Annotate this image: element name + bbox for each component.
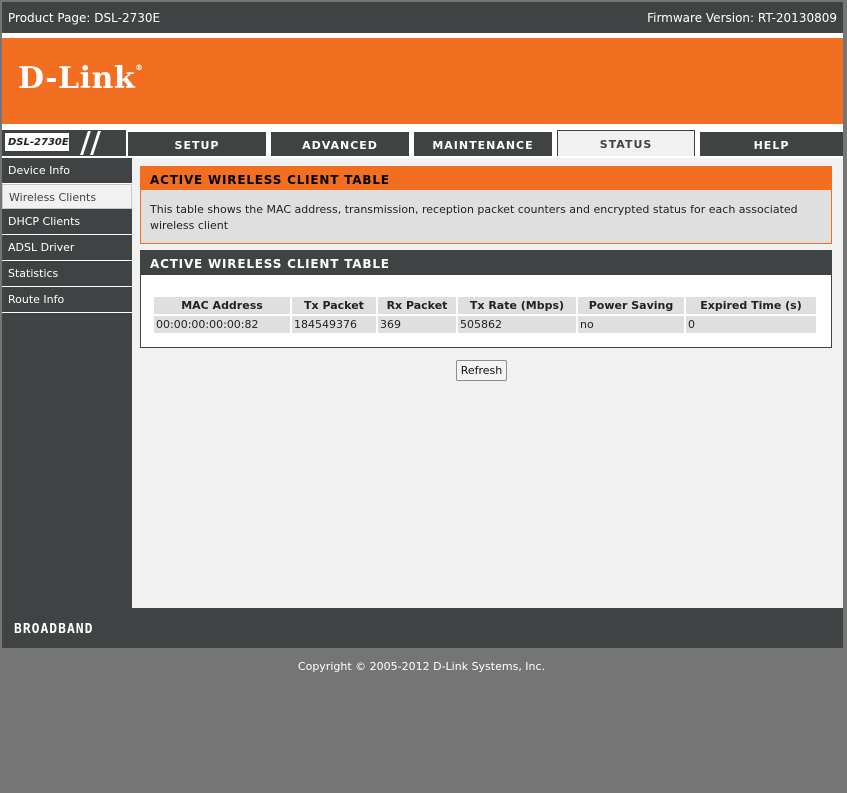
refresh-button[interactable]: Refresh <box>456 360 507 381</box>
firmware-version-label: Firmware Version: RT-20130809 <box>647 11 837 25</box>
table-row: 00:00:00:00:00:82 184549376 369 505862 n… <box>154 316 816 333</box>
table-cell: no <box>578 316 684 333</box>
column-header: Power Saving <box>578 297 684 314</box>
sidebar: Device Info Wireless Clients DHCP Client… <box>2 158 132 608</box>
main-content: ACTIVE WIRELESS CLIENT TABLE This table … <box>132 158 843 608</box>
tab-help[interactable]: HELP <box>700 132 843 156</box>
column-header: Rx Packet <box>378 297 456 314</box>
sidebar-item-device-info[interactable]: Device Info <box>2 158 132 184</box>
info-panel-description: This table shows the MAC address, transm… <box>150 203 798 232</box>
column-header: Tx Packet <box>292 297 376 314</box>
tab-status[interactable]: STATUS <box>557 130 695 156</box>
top-bar: Product Page: DSL-2730E Firmware Version… <box>2 2 843 33</box>
page-frame: Product Page: DSL-2730E Firmware Version… <box>2 2 843 648</box>
footer-bar: BROADBAND <box>2 608 843 648</box>
client-table-panel: ACTIVE WIRELESS CLIENT TABLE MAC Address… <box>140 250 832 348</box>
slash-decoration <box>90 131 101 155</box>
column-header: MAC Address <box>154 297 290 314</box>
dlink-logo: D-Link® <box>18 61 144 96</box>
sidebar-item-route-info[interactable]: Route Info <box>2 287 132 313</box>
copyright-text: Copyright © 2005-2012 D-Link Systems, In… <box>297 660 546 673</box>
broadband-label: BROADBAND <box>14 622 94 637</box>
tab-maintenance[interactable]: MAINTENANCE <box>414 132 552 156</box>
sidebar-item-adsl-driver[interactable]: ADSL Driver <box>2 235 132 261</box>
table-cell: 505862 <box>458 316 576 333</box>
client-table-title: ACTIVE WIRELESS CLIENT TABLE <box>141 251 831 275</box>
brand-banner: D-Link® <box>2 38 843 124</box>
table-header-row: MAC Address Tx Packet Rx Packet Tx Rate … <box>154 297 816 314</box>
product-page-label: Product Page: DSL-2730E <box>8 11 161 25</box>
model-badge: DSL-2730E <box>2 130 126 156</box>
info-panel: ACTIVE WIRELESS CLIENT TABLE This table … <box>140 166 832 244</box>
table-cell: 0 <box>686 316 816 333</box>
column-header: Expired Time (s) <box>686 297 816 314</box>
table-cell: 00:00:00:00:00:82 <box>154 316 290 333</box>
table-cell: 184549376 <box>292 316 376 333</box>
model-name: DSL-2730E <box>4 132 70 152</box>
info-panel-title: ACTIVE WIRELESS CLIENT TABLE <box>141 167 831 190</box>
sidebar-item-wireless-clients[interactable]: Wireless Clients <box>2 184 132 209</box>
sidebar-item-dhcp-clients[interactable]: DHCP Clients <box>2 209 132 235</box>
tab-setup[interactable]: SETUP <box>128 132 266 156</box>
nav-tabs: DSL-2730E SETUP ADVANCED MAINTENANCE STA… <box>2 130 843 156</box>
slash-decoration <box>80 131 91 155</box>
tab-advanced[interactable]: ADVANCED <box>271 132 409 156</box>
column-header: Tx Rate (Mbps) <box>458 297 576 314</box>
client-table: MAC Address Tx Packet Rx Packet Tx Rate … <box>152 295 818 335</box>
table-cell: 369 <box>378 316 456 333</box>
sidebar-item-statistics[interactable]: Statistics <box>2 261 132 287</box>
